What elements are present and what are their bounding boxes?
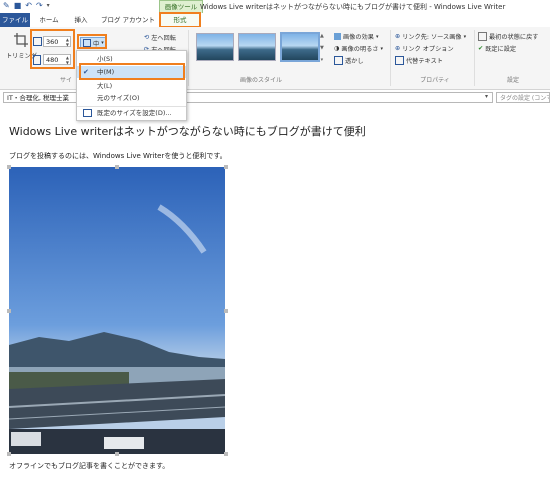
check-icon: ✔ [478,45,484,52]
resize-icon [83,109,92,117]
menu-item-set-default-size[interactable]: 既定のサイズを設定(D)... [77,106,186,118]
scroll-up-icon[interactable]: ▲ [320,33,324,39]
settings-group-label: 設定 [506,77,519,84]
resize-handle[interactable] [224,165,228,169]
link-source-button[interactable]: ⊕ リンク先: ソース画像 ▾ [395,32,466,41]
ribbon-tabs: ファイル ホーム 挿入 ブログ アカウント 形式 [0,13,550,28]
lake-photo [9,167,225,454]
crop-icon [14,33,29,47]
rotate-left-icon: ⟲ [144,34,150,41]
size-dropdown-menu: 小(S) ✔ 中(M) 大(L) 元のサイズ(O) 既定のサイズを設定(D)..… [76,50,187,121]
tab-home[interactable]: ホーム [36,13,62,27]
post-paragraph-2[interactable]: オフラインでもブログ記事を書くことができます。 [9,461,169,471]
ribbon-separator [390,30,391,86]
category-dropdown-icon[interactable]: ▾ [485,93,488,100]
redo-icon[interactable]: ↷ [36,1,43,10]
link-options-button[interactable]: ⊕ リンク オプション [395,44,454,53]
watermark-icon [334,56,343,65]
selected-image[interactable] [9,167,225,454]
resize-handle[interactable] [7,165,11,169]
tags-input[interactable]: タグの設定 (コンマ [496,92,550,103]
style-gallery-scroll[interactable]: ▲ ▼ ▾ [320,33,324,63]
alt-text-icon [395,56,404,65]
style-thumbnail-3[interactable] [280,32,320,62]
brightness-button[interactable]: ◑ 画像の明るさ ▾ [334,44,383,53]
rotate-left-button[interactable]: ⟲ 左へ回転 [144,33,176,42]
chevron-down-icon: ▾ [375,33,379,40]
link-options-icon: ⊕ [395,45,401,52]
highlight-size-preset [77,34,107,49]
set-default-button[interactable]: ✔ 既定に設定 [478,44,516,53]
tab-insert[interactable]: 挿入 [68,13,94,27]
undo-icon[interactable]: ↶ [25,1,32,10]
post-paragraph-1[interactable]: ブログを投稿するのには、Windows Live Writerを使うと便利です。 [9,151,227,161]
menu-item-large[interactable]: 大(L) [77,80,186,92]
reset-button[interactable]: 最初の状態に戻す [478,32,539,41]
chevron-down-icon: ▾ [463,33,467,40]
tab-file[interactable]: ファイル [0,13,30,27]
link-icon: ⊕ [395,33,401,40]
window-title: Widows Live writerはネットがつながらない時にもブログが書けて便… [200,3,506,11]
title-bar: ✎ ■ ↶ ↷ ▾ 画像ツール Widows Live writerはネットがつ… [0,0,550,13]
highlight-format-tab [159,12,201,28]
menu-item-original-size[interactable]: 元のサイズ(O) [77,92,186,104]
alt-text-button[interactable]: 代替テキスト [395,56,443,65]
quick-access-toolbar: ✎ ■ ↶ ↷ ▾ [3,1,50,10]
app-icon: ✎ [3,1,10,10]
resize-handle[interactable] [224,309,228,313]
resize-handle[interactable] [115,452,119,456]
resize-handle[interactable] [224,452,228,456]
post-title[interactable]: Widows Live writerはネットがつながらない時にもブログが書けて便… [9,123,366,139]
highlight-medium-item [79,63,185,80]
brightness-icon: ◑ [334,45,340,52]
chevron-down-icon: ▾ [380,45,384,52]
gallery-more-icon[interactable]: ▾ [321,57,324,63]
effects-icon [334,33,341,40]
tab-blog-account[interactable]: ブログ アカウント [100,13,156,27]
ribbon-separator [188,30,189,86]
save-icon[interactable]: ■ [14,1,22,10]
qat-menu-icon[interactable]: ▾ [47,2,50,9]
ribbon-separator [474,30,475,86]
properties-group-label: プロパティ [420,77,450,84]
post-editor[interactable]: Widows Live writerはネットがつながらない時にもブログが書けて便… [0,106,550,484]
highlight-size-inputs [30,29,75,69]
style-thumbnail-1[interactable] [196,33,234,61]
styles-group-label: 画像のスタイル [239,77,282,84]
size-group-label: サイ [59,77,72,84]
style-thumbnail-2[interactable] [238,33,276,61]
reset-icon [478,32,487,41]
watermark-button[interactable]: 透かし [334,56,364,65]
resize-handle[interactable] [7,309,11,313]
resize-handle[interactable] [7,452,11,456]
scroll-down-icon[interactable]: ▼ [320,45,324,51]
resize-handle[interactable] [115,165,119,169]
effects-button[interactable]: 画像の効果 ▾ [334,32,378,41]
